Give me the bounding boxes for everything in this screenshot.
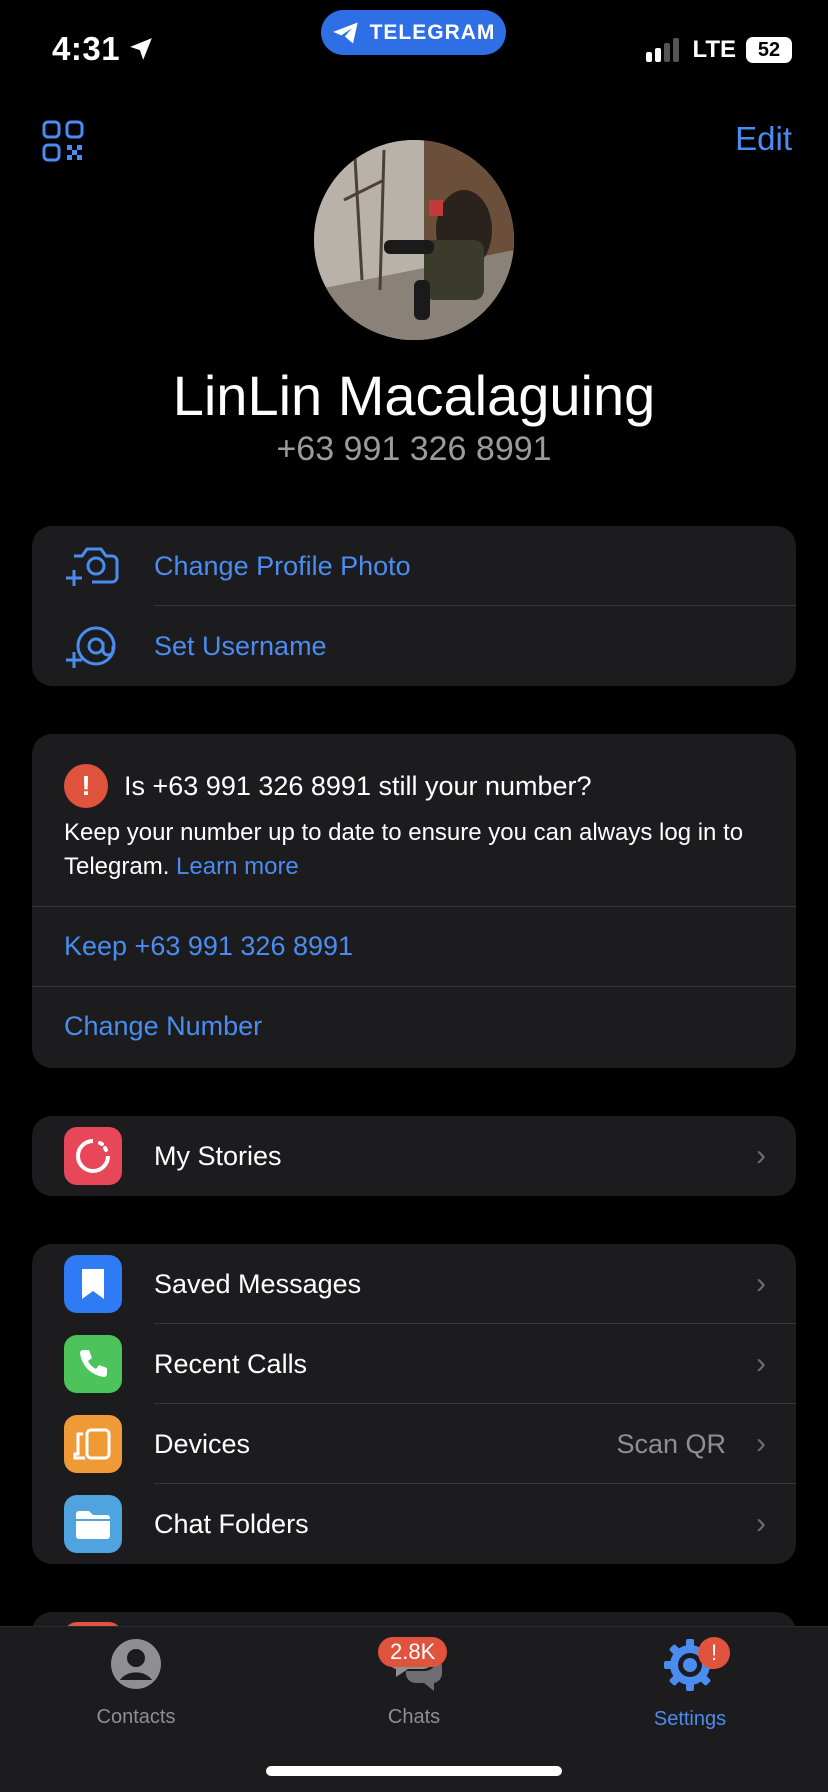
- saved-messages-row[interactable]: Saved Messages ›: [32, 1244, 796, 1324]
- camera-add-icon: [64, 538, 122, 596]
- chat-folders-label: Chat Folders: [154, 1508, 309, 1539]
- status-time: 4:31: [52, 30, 154, 68]
- avatar-photo: [314, 140, 514, 340]
- system-indicators: LTE 52: [646, 36, 792, 64]
- home-indicator[interactable]: [266, 1766, 562, 1776]
- at-add-icon: [64, 618, 122, 676]
- chevron-right-icon: ›: [756, 1347, 766, 1380]
- telegram-plane-icon: [332, 22, 358, 43]
- saved-messages-label: Saved Messages: [154, 1268, 362, 1299]
- set-username-label: Set Username: [154, 630, 327, 661]
- change-profile-photo-label: Change Profile Photo: [154, 550, 411, 581]
- change-number-row[interactable]: Change Number: [32, 986, 796, 1066]
- number-check-title-row: ! Is +63 991 326 8991 still your number?: [64, 764, 592, 808]
- recent-calls-label: Recent Calls: [154, 1348, 308, 1379]
- change-profile-photo-row[interactable]: Change Profile Photo: [32, 526, 796, 606]
- telegram-pill[interactable]: TELEGRAM: [321, 10, 506, 55]
- edit-button[interactable]: Edit: [735, 120, 792, 158]
- cellular-signal-icon: [646, 38, 680, 62]
- set-username-row[interactable]: Set Username: [32, 606, 796, 686]
- qr-code-icon: [42, 120, 84, 162]
- devices-icon: [64, 1415, 122, 1473]
- status-bar: 4:31 TELEGRAM LTE 52: [0, 0, 828, 100]
- keep-number-label: Keep +63 991 326 8991: [64, 930, 354, 961]
- my-stories-row[interactable]: My Stories ›: [32, 1116, 796, 1196]
- bookmark-icon: [64, 1255, 122, 1313]
- my-stories-label: My Stories: [154, 1140, 282, 1171]
- chevron-right-icon: ›: [756, 1267, 766, 1300]
- stories-card: My Stories ›: [32, 1116, 796, 1196]
- network-type: LTE: [692, 36, 736, 63]
- tab-settings[interactable]: Settings !: [590, 1637, 790, 1731]
- tab-chats[interactable]: Chats 2.8K: [314, 1637, 514, 1729]
- main-menu-card: Saved Messages › Recent Calls › Devices …: [32, 1244, 796, 1564]
- number-check-body: Keep your number up to date to ensure yo…: [64, 819, 744, 880]
- profile-actions-card: Change Profile Photo Set Username: [32, 526, 796, 686]
- number-check-card: ! Is +63 991 326 8991 still your number?…: [32, 734, 796, 1068]
- folder-icon: [64, 1495, 122, 1553]
- recent-calls-row[interactable]: Recent Calls ›: [32, 1324, 796, 1404]
- devices-label: Devices: [154, 1428, 251, 1459]
- stories-icon: [64, 1127, 122, 1185]
- location-arrow-icon: [130, 38, 152, 60]
- battery-icon: 52: [746, 37, 792, 63]
- number-check-title: Is +63 991 326 8991 still your number?: [124, 770, 592, 801]
- chevron-right-icon: ›: [756, 1427, 766, 1460]
- keep-number-row[interactable]: Keep +63 991 326 8991: [32, 906, 796, 986]
- alert-icon: !: [64, 764, 108, 808]
- chats-unread-badge: 2.8K: [378, 1637, 448, 1667]
- qr-code-button[interactable]: [42, 120, 84, 162]
- devices-row[interactable]: Devices Scan QR ›: [32, 1404, 796, 1484]
- chevron-right-icon: ›: [756, 1139, 766, 1172]
- person-circle-icon: [111, 1639, 161, 1689]
- settings-alert-badge: !: [698, 1637, 730, 1669]
- profile-phone: +63 991 326 8991: [276, 430, 552, 468]
- change-number-label: Change Number: [64, 1010, 263, 1041]
- tab-contacts[interactable]: Contacts: [36, 1637, 236, 1729]
- phone-icon: [64, 1335, 122, 1393]
- chat-folders-row[interactable]: Chat Folders ›: [32, 1484, 796, 1564]
- avatar[interactable]: [314, 140, 514, 340]
- learn-more-link[interactable]: Learn more: [176, 853, 299, 880]
- chevron-right-icon: ›: [756, 1507, 766, 1540]
- profile-name: LinLin Macalaguing: [172, 364, 656, 427]
- devices-value: Scan QR: [616, 1428, 726, 1459]
